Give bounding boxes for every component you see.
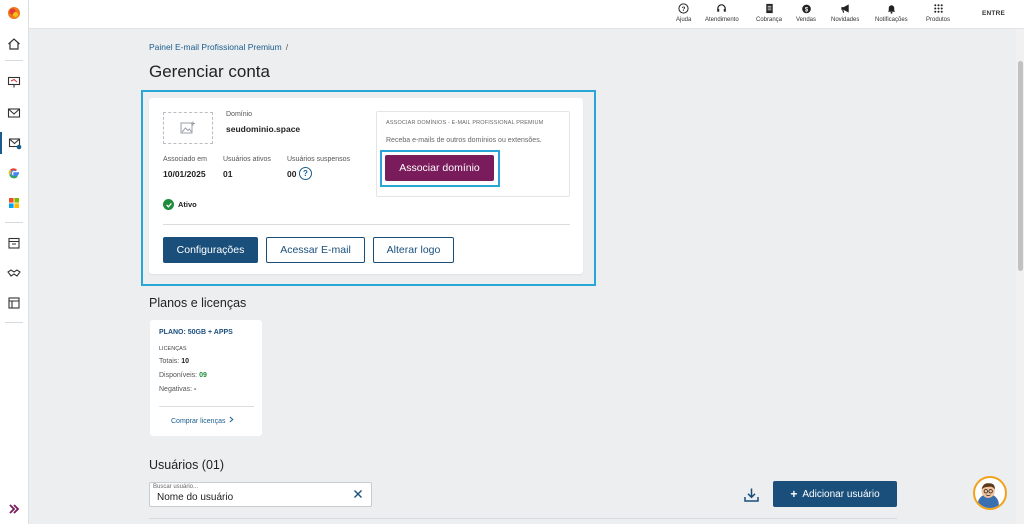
users-section-title: Usuários (01) [149, 458, 225, 472]
left-sidebar [0, 0, 29, 524]
topbar-products[interactable]: Produtos [926, 3, 950, 23]
licenses-total-label: Totais: [159, 358, 180, 365]
active-users-label: Usuários ativos [223, 156, 271, 163]
download-icon[interactable] [743, 487, 760, 503]
topbar-sales-label: Vendas [796, 17, 817, 23]
topbar-billing[interactable]: Cobrança [756, 3, 782, 23]
vertical-scrollbar[interactable] [1016, 29, 1024, 524]
topbar-support-label: Atendimento [705, 17, 739, 23]
card-divider [163, 224, 570, 225]
page-title: Gerenciar conta [149, 62, 270, 81]
bell-icon [887, 5, 896, 14]
associate-panel-title: ASSOCIAR DOMÍNIOS - E-MAIL PROFISSIONAL … [386, 120, 544, 126]
access-email-button[interactable]: Acessar E-mail [266, 237, 365, 263]
associated-value: 10/01/2025 [163, 169, 206, 179]
suspended-users-value: 00 [287, 169, 297, 179]
microsoft-icon[interactable] [0, 192, 28, 214]
user-search-placeholder: Buscar usuário... [153, 484, 199, 490]
suspended-users-label: Usuários suspensos [287, 156, 351, 163]
breadcrumb: Painel E-mail Profissional Premium / [149, 42, 288, 52]
plans-section-title: Planos e licenças [149, 296, 247, 310]
login-link[interactable]: ENTRE [982, 10, 1005, 17]
invoice-icon [765, 3, 773, 14]
settings-button[interactable]: Configurações [163, 237, 258, 263]
help-circle-icon: ? [678, 3, 689, 14]
topbar-products-label: Produtos [926, 17, 951, 23]
topbar-news-label: Novidades [831, 17, 860, 23]
mail-icon[interactable] [0, 102, 28, 124]
add-user-button[interactable]: + Adicionar usuário [773, 481, 897, 507]
chat-assistant-avatar[interactable] [973, 476, 1007, 510]
licenses-total-value: 10 [181, 358, 189, 365]
plus-icon: + [790, 487, 798, 501]
mail-settings-icon[interactable] [0, 132, 28, 154]
topbar-sales[interactable]: $ Vendas [796, 3, 816, 23]
topbar-help-label: Ajuda [676, 17, 692, 23]
top-bar: ? Ajuda Atendimento Cobrança $ Vendas No… [29, 0, 1024, 29]
licenses-negative-label: Negativas: [159, 386, 193, 393]
brand-logo-icon[interactable] [0, 2, 28, 24]
topbar-notifications-label: Notificações [875, 17, 908, 23]
dashboard-icon[interactable] [0, 292, 28, 314]
grid-icon [933, 4, 943, 13]
licenses-available-label: Disponíveis: [159, 372, 198, 379]
licenses-total: Totais: 10 [159, 358, 189, 365]
buy-licenses-link[interactable]: Comprar licenças [171, 416, 234, 425]
store-icon[interactable] [0, 232, 28, 254]
associate-panel-description: Receba e-mails de outros domínios ou ext… [386, 137, 542, 144]
plan-divider [159, 406, 254, 407]
chevron-right-icon [229, 416, 234, 423]
megaphone-icon [841, 4, 849, 13]
licenses-label: LICENÇAS [159, 346, 187, 352]
table-header-divider [149, 518, 897, 519]
help-icon[interactable]: ? [299, 167, 312, 180]
scrollbar-thumb[interactable] [1018, 61, 1023, 271]
associate-domain-button[interactable]: Associar domínio [385, 155, 494, 181]
expand-sidebar-icon[interactable] [0, 498, 28, 520]
associated-label: Associado em [163, 156, 207, 163]
check-circle-icon [163, 199, 174, 210]
breadcrumb-separator: / [285, 42, 289, 52]
topbar-news[interactable]: Novidades [831, 3, 859, 23]
user-search-value: Nome do usuário [157, 492, 234, 503]
licenses-negative: Negativas: - [159, 386, 196, 393]
domain-value: seudominio.space [226, 124, 301, 134]
domain-label: Domínio [226, 111, 253, 118]
headset-icon [717, 4, 727, 12]
status-badge: Ativo [178, 200, 197, 209]
active-users-value: 01 [223, 169, 233, 179]
topbar-billing-label: Cobrança [756, 17, 783, 23]
logo-placeholder[interactable] [163, 112, 213, 144]
topbar-support[interactable]: Atendimento [705, 3, 739, 23]
add-image-icon [180, 121, 195, 134]
handshake-icon[interactable] [0, 262, 28, 284]
money-bag-icon: $ [801, 4, 811, 14]
change-logo-button[interactable]: Alterar logo [373, 237, 454, 263]
close-icon[interactable] [352, 488, 364, 500]
licenses-negative-value: - [194, 386, 197, 393]
google-icon[interactable] [0, 162, 28, 184]
topbar-help[interactable]: ? Ajuda [676, 3, 691, 23]
presentation-icon[interactable] [0, 71, 28, 93]
buy-licenses-label: Comprar licenças [171, 418, 226, 425]
breadcrumb-item[interactable]: Painel E-mail Profissional Premium [149, 42, 282, 52]
svg-text:?: ? [682, 6, 686, 13]
plan-name: PLANO: 50GB + APPS [159, 329, 233, 336]
add-user-label: Adicionar usuário [802, 488, 880, 500]
licenses-available: Disponíveis: 09 [159, 372, 207, 379]
licenses-available-value: 09 [199, 372, 207, 379]
home-icon[interactable] [0, 33, 28, 55]
topbar-notifications[interactable]: Notificações [875, 3, 908, 23]
